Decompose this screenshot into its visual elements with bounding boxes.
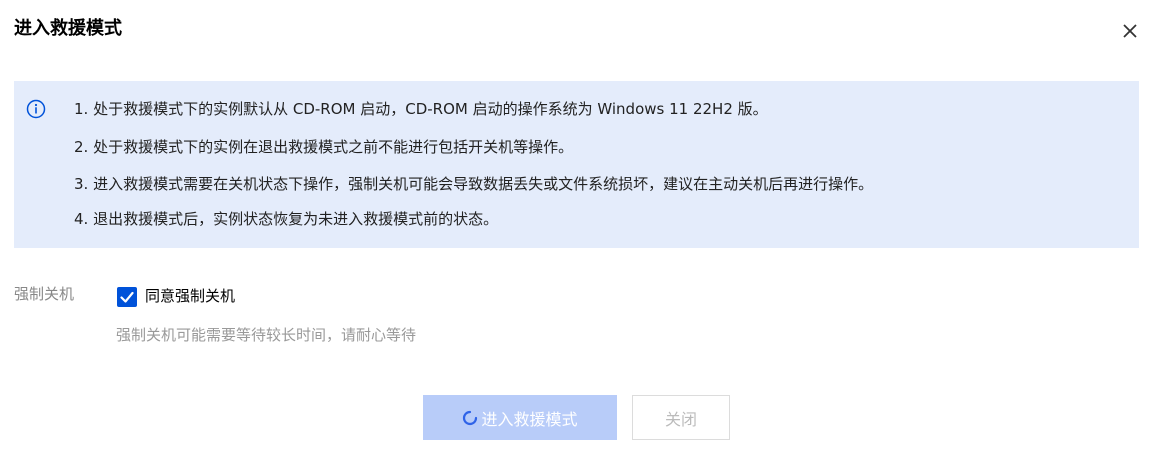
notice-line-1: 1. 处于救援模式下的实例默认从 CD-ROM 启动，CD-ROM 启动的操作系… [74, 100, 768, 118]
loading-spinner-icon [462, 410, 478, 426]
enter-rescue-mode-button[interactable]: 进入救援模式 [423, 395, 617, 440]
agree-force-shutdown-checkbox[interactable] [117, 287, 137, 307]
close-icon [1117, 18, 1143, 44]
close-button[interactable] [1117, 18, 1143, 44]
enter-rescue-mode-label: 进入救援模式 [481, 409, 578, 429]
close-dialog-button[interactable]: 关闭 [632, 395, 730, 440]
close-dialog-label: 关闭 [664, 409, 697, 429]
dialog-title: 进入救援模式 [14, 18, 122, 39]
agree-force-shutdown-label[interactable]: 同意强制关机 [145, 285, 235, 307]
rescue-mode-dialog: 进入救援模式 1. 处于救援模式下的实例默认从 CD-ROM 启动，CD-ROM… [0, 0, 1163, 466]
info-icon [26, 99, 46, 119]
notice-line-2: 2. 处于救援模式下的实例在退出救援模式之前不能进行包括开关机等操作。 [74, 138, 574, 156]
force-shutdown-help-text: 强制关机可能需要等待较长时间，请耐心等待 [116, 326, 417, 344]
notice-line-3: 3. 进入救援模式需要在关机状态下操作，强制关机可能会导致数据丢失或文件系统损坏… [74, 175, 874, 193]
notice-line-4: 4. 退出救援模式后，实例状态恢复为未进入救援模式前的状态。 [74, 210, 499, 228]
checkmark-icon [117, 287, 137, 307]
force-shutdown-label: 强制关机 [14, 285, 75, 303]
